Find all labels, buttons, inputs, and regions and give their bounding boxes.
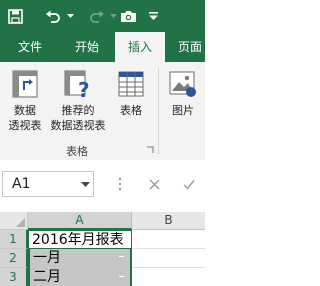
picture-label: 图片 [172, 104, 194, 117]
tab-insert[interactable]: 插入 [115, 32, 165, 62]
cell-a2[interactable]: 一月 [28, 249, 132, 268]
picture-button[interactable]: 图片 [166, 70, 200, 118]
group-divider [158, 68, 159, 154]
undo-dropdown-icon[interactable] [64, 0, 76, 32]
recommended-pivot-label-2: 数据透视表 [50, 119, 106, 132]
column-header-b[interactable]: B [132, 212, 205, 230]
recommended-pivot-label-1: 推荐的 [61, 104, 95, 117]
name-box[interactable]: A1 [2, 171, 94, 197]
column-header-a[interactable]: A [28, 212, 132, 230]
select-all-corner[interactable] [0, 212, 28, 230]
tab-home[interactable]: 开始 [62, 32, 112, 62]
cell-b3[interactable] [132, 268, 205, 286]
pivot-table-label-1: 数据 [14, 104, 36, 117]
pivot-table-button[interactable]: 数据 透视表 [4, 70, 46, 133]
quick-access-toolbar [0, 0, 205, 32]
select-all-triangle-icon [16, 218, 25, 227]
customize-dropdown-icon[interactable] [145, 0, 161, 32]
save-icon[interactable] [2, 0, 28, 32]
worksheet-grid[interactable]: A B 1 2 3 2016年月报表 一月 二月 [0, 212, 205, 286]
undo-icon[interactable] [42, 0, 64, 32]
check-icon [183, 179, 195, 190]
pivot-table-icon [4, 70, 46, 101]
redo-icon[interactable] [86, 0, 108, 32]
selection-mark [119, 256, 124, 257]
close-icon [149, 179, 159, 189]
picture-icon [166, 70, 200, 101]
table-button[interactable]: 表格 [113, 70, 149, 118]
group-launcher-icon[interactable] [146, 146, 154, 154]
table-label: 表格 [120, 104, 142, 117]
recommended-pivot-table-button[interactable]: ? 推荐的 数据透视表 [47, 70, 109, 133]
cell-a3[interactable]: 二月 [28, 268, 132, 286]
chevron-down-icon[interactable] [81, 182, 90, 188]
formula-dots-handle[interactable] [118, 178, 122, 192]
tab-page-layout[interactable]: 页面 [170, 32, 210, 62]
formula-bar-area: A1 [0, 160, 205, 212]
group-label-tables: 表格 [66, 145, 88, 158]
name-box-value: A1 [12, 176, 31, 192]
selection-mark [119, 276, 124, 277]
camera-icon[interactable] [117, 0, 139, 32]
pivot-table-label-2: 透视表 [8, 119, 42, 132]
row-header[interactable]: 1 [0, 230, 28, 249]
svg-text:?: ? [78, 78, 90, 98]
recommended-pivot-icon: ? [47, 70, 109, 102]
tab-file[interactable]: 文件 [8, 32, 52, 62]
row-header[interactable]: 3 [0, 268, 28, 286]
cell-b2[interactable] [132, 249, 205, 268]
cell-a1[interactable]: 2016年月报表 [28, 230, 132, 249]
row-header[interactable]: 2 [0, 249, 28, 268]
cancel-formula-button[interactable] [140, 171, 168, 197]
ribbon-tabs: 文件 开始 插入 页面 [0, 32, 205, 62]
cell-b1[interactable] [132, 230, 205, 249]
table-icon [113, 70, 149, 101]
enter-formula-button[interactable] [175, 171, 203, 197]
ribbon-panel: 数据 透视表 ? 推荐的 数据透视表 表格 图片 表格 [0, 62, 205, 161]
